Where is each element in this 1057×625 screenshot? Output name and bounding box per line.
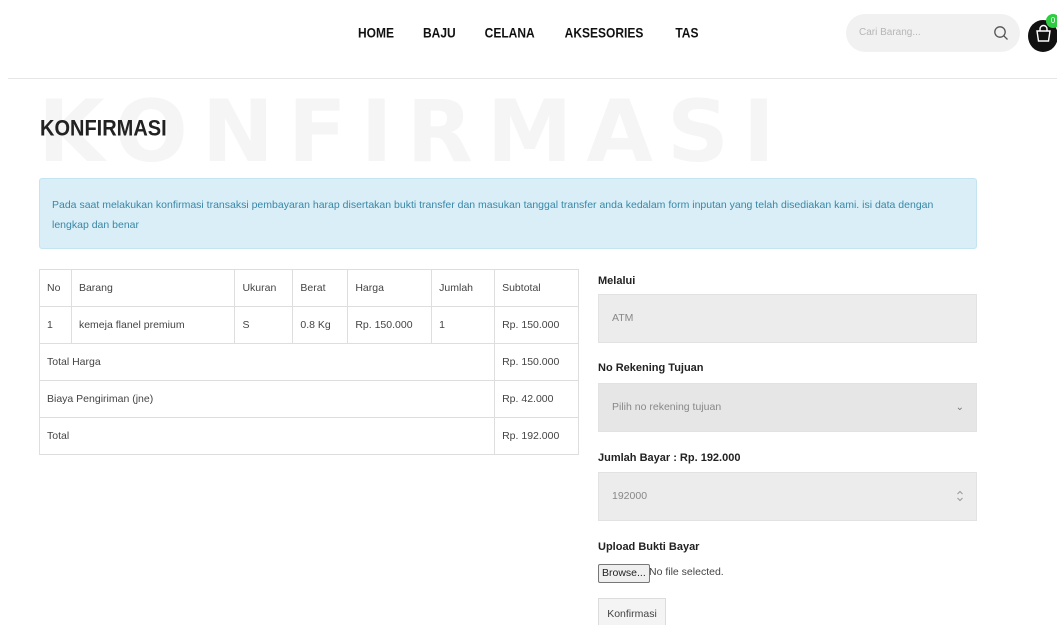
jumlah-bayar-label: Jumlah Bayar : Rp. 192.000 bbox=[598, 452, 741, 464]
table-header-row: No Barang Ukuran Berat Harga Jumlah Subt… bbox=[39, 269, 579, 307]
menu-aksesories[interactable]: AKSESORIES bbox=[565, 25, 644, 41]
cart-button[interactable]: 0 bbox=[1028, 14, 1057, 54]
header-barang: Barang bbox=[70, 269, 236, 307]
header-divider bbox=[8, 78, 1057, 79]
jumlah-bayar-input[interactable]: 192000 bbox=[598, 472, 977, 521]
order-table: No Barang Ukuran Berat Harga Jumlah Subt… bbox=[38, 269, 579, 455]
header-ukuran: Ukuran bbox=[234, 269, 294, 307]
header-no: No bbox=[39, 269, 72, 307]
jumlah-bayar-value: 192000 bbox=[612, 490, 648, 502]
cell-subtotal: Rp. 150.000 bbox=[494, 306, 579, 344]
summary-value: Rp. 192.000 bbox=[494, 417, 579, 455]
menu-tas[interactable]: TAS bbox=[675, 25, 698, 41]
header-jumlah: Jumlah bbox=[431, 269, 496, 307]
summary-label: Total Harga bbox=[38, 343, 496, 381]
header-harga: Harga bbox=[347, 269, 433, 307]
upload-label: Upload Bukti Bayar bbox=[598, 541, 700, 553]
number-spinner-icon[interactable] bbox=[956, 488, 964, 504]
cell-harga: Rp. 150.000 bbox=[347, 306, 433, 344]
search-icon[interactable] bbox=[992, 24, 1010, 42]
rekening-select[interactable]: Pilih no rekening tujuan ⌄ bbox=[598, 383, 977, 432]
melalui-value: ATM bbox=[612, 312, 634, 324]
menu-celana[interactable]: CELANA bbox=[485, 25, 535, 41]
cell-barang: kemeja flanel premium bbox=[70, 306, 236, 344]
cell-berat: 0.8 Kg bbox=[292, 306, 349, 344]
main-menu: HOME BAJU CELANA AKSESORIES TAS bbox=[358, 25, 698, 41]
table-row: 1 kemeja flanel premium S 0.8 Kg Rp. 150… bbox=[39, 306, 579, 344]
header-berat: Berat bbox=[292, 269, 349, 307]
search-placeholder: Cari Barang... bbox=[859, 27, 921, 38]
rekening-value: Pilih no rekening tujuan bbox=[612, 401, 722, 413]
summary-value: Rp. 150.000 bbox=[494, 343, 579, 381]
rekening-label: No Rekening Tujuan bbox=[598, 362, 704, 374]
menu-home[interactable]: HOME bbox=[358, 25, 394, 41]
cell-no: 1 bbox=[39, 306, 72, 344]
chevron-down-icon: ⌄ bbox=[955, 402, 964, 413]
konfirmasi-button[interactable]: Konfirmasi bbox=[598, 598, 666, 625]
cart-count-badge: 0 bbox=[1046, 14, 1057, 28]
header-subtotal: Subtotal bbox=[494, 269, 579, 307]
melalui-label: Melalui bbox=[598, 275, 636, 287]
info-alert: Pada saat melakukan konfirmasi transaksi… bbox=[39, 178, 977, 249]
summary-label: Total bbox=[38, 417, 496, 455]
page-title: KONFIRMASI bbox=[40, 116, 167, 142]
summary-row-total: Total Rp. 192.000 bbox=[38, 417, 579, 455]
summary-value: Rp. 42.000 bbox=[494, 380, 579, 418]
summary-row-total-harga: Total Harga Rp. 150.000 bbox=[38, 343, 579, 381]
search-input[interactable]: Cari Barang... bbox=[846, 14, 1020, 52]
menu-baju[interactable]: BAJU bbox=[423, 25, 456, 41]
summary-label: Biaya Pengiriman (jne) bbox=[38, 380, 496, 418]
cell-ukuran: S bbox=[234, 306, 294, 344]
summary-row-shipping: Biaya Pengiriman (jne) Rp. 42.000 bbox=[38, 380, 579, 418]
top-nav: HOME BAJU CELANA AKSESORIES TAS Cari Bar… bbox=[0, 0, 1057, 70]
melalui-field[interactable]: ATM bbox=[598, 294, 977, 343]
file-status: No file selected. bbox=[649, 566, 724, 578]
browse-button[interactable]: Browse... bbox=[598, 564, 650, 583]
cell-jumlah: 1 bbox=[431, 306, 496, 344]
